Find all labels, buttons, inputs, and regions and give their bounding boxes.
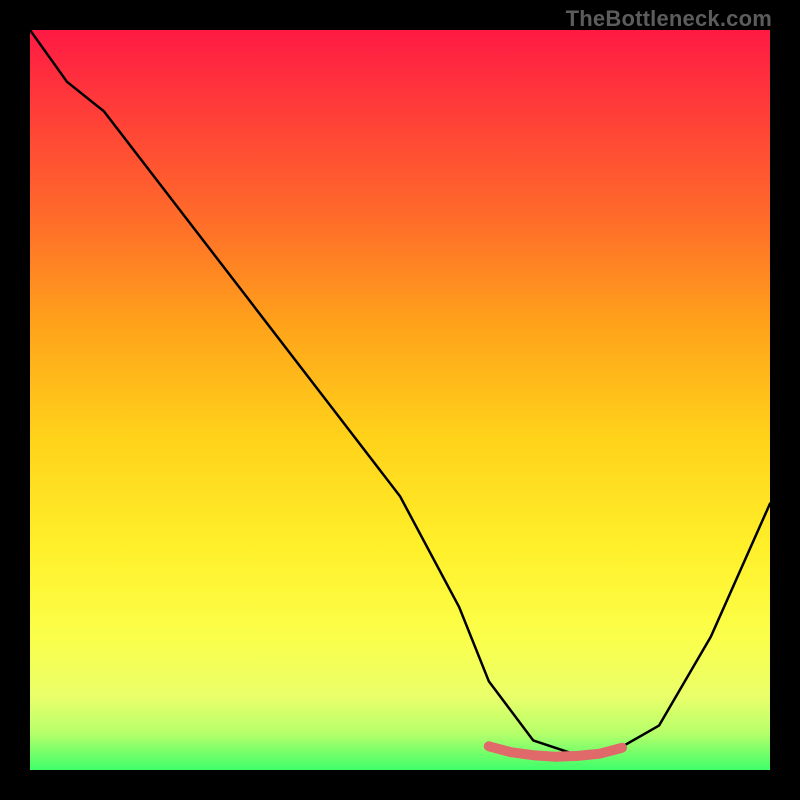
bottleneck-curve (30, 30, 770, 755)
watermark-text: TheBottleneck.com (566, 6, 772, 32)
chart-frame: TheBottleneck.com (0, 0, 800, 800)
plot-area (30, 30, 770, 770)
curve-layer (30, 30, 770, 770)
